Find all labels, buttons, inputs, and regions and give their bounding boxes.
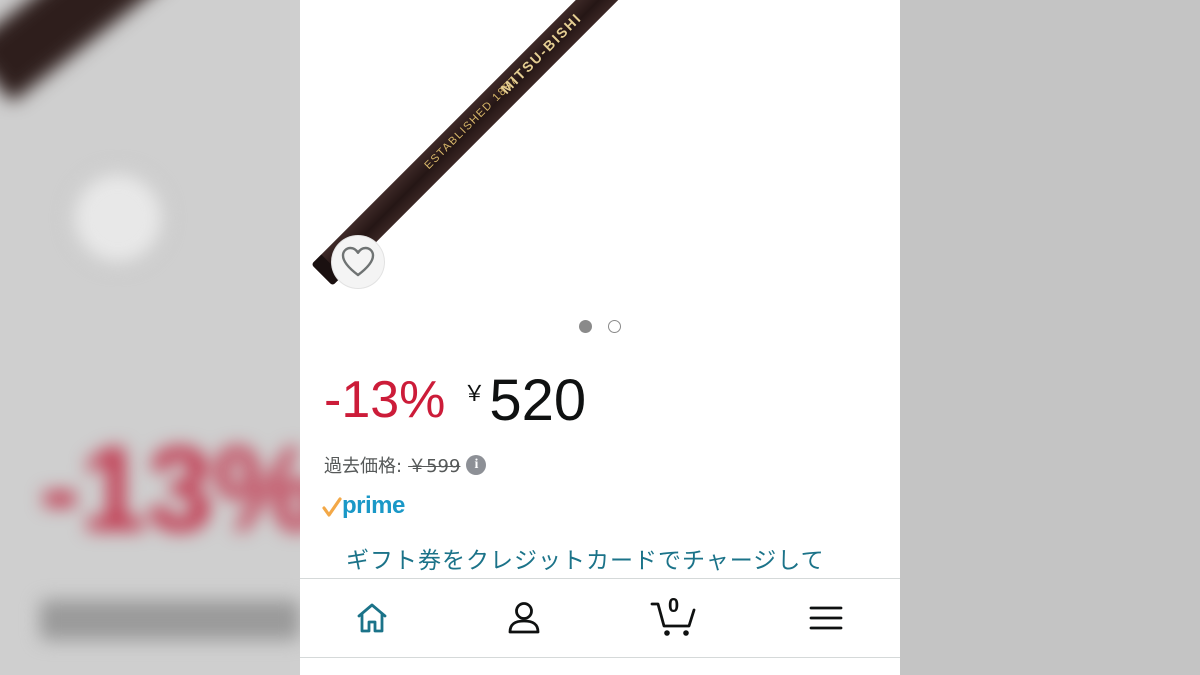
nav-menu-button[interactable] — [796, 593, 856, 643]
price-row: -13% ￥ 520 — [324, 362, 586, 440]
blurred-pencil — [0, 0, 300, 103]
home-icon — [357, 603, 387, 633]
blurred-heart — [70, 170, 166, 266]
phone-screen: ESTABLISHED 1887 MITSU-BISHI -13% ￥ 520 … — [300, 0, 900, 675]
user-icon — [508, 602, 540, 634]
hamburger-icon — [809, 606, 843, 630]
past-price-value: ￥599 — [408, 456, 461, 477]
current-price: 520 — [489, 368, 587, 433]
nav-account-button[interactable] — [494, 593, 554, 643]
prime-label: prime — [342, 492, 405, 519]
past-price-row: 過去価格: ￥599 i — [324, 452, 487, 478]
heart-icon — [341, 246, 375, 277]
currency-symbol: ￥ — [463, 381, 486, 406]
prime-check-icon — [322, 497, 342, 517]
bottom-navigation: 0 — [300, 578, 900, 658]
discount-percentage: -13% — [324, 371, 446, 429]
carousel-dot-2[interactable] — [608, 320, 621, 333]
wishlist-button[interactable] — [332, 236, 384, 288]
blurred-text-line — [40, 600, 300, 640]
past-price-label: 過去価格: — [324, 456, 403, 477]
nav-cart-button[interactable]: 0 — [644, 593, 704, 643]
info-icon[interactable]: i — [466, 455, 487, 475]
blurred-background-left: -13% — [0, 0, 300, 675]
carousel-dot-1[interactable] — [579, 320, 592, 333]
blurred-background-right — [900, 0, 1200, 675]
blurred-discount: -13% — [40, 422, 300, 556]
cart-count-badge: 0 — [668, 595, 680, 617]
pencil-brand-text: MITSU-BISHI — [497, 9, 585, 97]
gift-card-promo-link[interactable]: ギフト券をクレジットカードでチャージして — [346, 541, 825, 575]
prime-badge: prime — [322, 492, 405, 520]
nav-home-button[interactable] — [342, 593, 402, 643]
product-image[interactable]: ESTABLISHED 1887 MITSU-BISHI — [300, 0, 900, 300]
carousel-dots — [300, 320, 900, 333]
